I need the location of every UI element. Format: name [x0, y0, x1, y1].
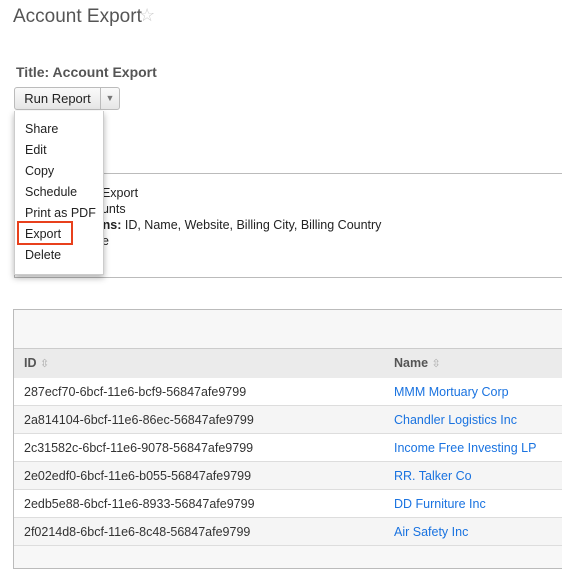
- column-header-id[interactable]: ID ⇳: [24, 349, 49, 378]
- actions-dropdown-menu: Share Edit Copy Schedule Print as PDF Ex…: [14, 111, 104, 275]
- account-name-link[interactable]: MMM Mortuary Corp: [394, 378, 509, 406]
- detail-line: nns: ID, Name, Website, Billing City, Bi…: [95, 218, 382, 232]
- table-header: ID ⇳ Name ⇳: [14, 348, 562, 379]
- account-name-link[interactable]: Air Safety Inc: [394, 518, 468, 546]
- menu-item-export[interactable]: Export: [25, 227, 61, 241]
- account-name-link[interactable]: Chandler Logistics Inc: [394, 406, 517, 434]
- account-name-link[interactable]: DD Furniture Inc: [394, 490, 486, 518]
- page-title: Account Export: [13, 6, 142, 27]
- menu-item-delete[interactable]: Delete: [25, 248, 61, 262]
- cell-id: 2f0214d8-6bcf-11e6-8c48-56847afe9799: [24, 525, 251, 539]
- table-row: 2c31582c-6bcf-11e6-9078-56847afe9799 Inco…: [14, 434, 562, 462]
- table-row: 2f0214d8-6bcf-11e6-8c48-56847afe9799 Air …: [14, 518, 562, 546]
- results-table: ID ⇳ Name ⇳ 287ecf70-6bcf-11e6-bcf9-5684…: [13, 309, 562, 569]
- star-icon[interactable]: ☆: [139, 5, 155, 26]
- menu-item-print-pdf[interactable]: Print as PDF: [25, 206, 96, 220]
- table-row: 2a814104-6bcf-11e6-86ec-56847afe9799 Chan…: [14, 406, 562, 434]
- account-name-link[interactable]: RR. Talker Co: [394, 462, 472, 490]
- sort-icon: ⇳: [431, 358, 441, 370]
- table-row: 287ecf70-6bcf-11e6-bcf9-56847afe9799 MMM …: [14, 378, 562, 406]
- caret-down-icon[interactable]: ▼: [101, 88, 119, 109]
- menu-item-share[interactable]: Share: [25, 122, 58, 136]
- cell-id: 2c31582c-6bcf-11e6-9078-56847afe9799: [24, 441, 254, 455]
- sort-icon: ⇳: [39, 358, 50, 370]
- column-header-name[interactable]: Name ⇳: [394, 349, 441, 378]
- run-report-button[interactable]: Run Report: [15, 88, 101, 109]
- menu-item-edit[interactable]: Edit: [25, 143, 47, 157]
- cell-id: 2e02edf0-6bcf-11e6-b055-56847afe9799: [24, 469, 252, 483]
- report-title: Title: Account Export: [16, 64, 157, 80]
- account-name-link[interactable]: Income Free Investing LP: [394, 434, 536, 462]
- cell-id: 2a814104-6bcf-11e6-86ec-56847afe9799: [24, 413, 254, 427]
- cell-id: 287ecf70-6bcf-11e6-bcf9-56847afe9799: [24, 385, 247, 399]
- run-report-split-button: Run Report ▼: [14, 87, 120, 110]
- table-row: 2e02edf0-6bcf-11e6-b055-56847afe9799 RR. …: [14, 462, 562, 490]
- table-row: 2edb5e88-6bcf-11e6-8933-56847afe9799 DD F…: [14, 490, 562, 518]
- cell-id: 2edb5e88-6bcf-11e6-8933-56847afe9799: [24, 497, 255, 511]
- menu-item-copy[interactable]: Copy: [25, 164, 54, 178]
- menu-item-schedule[interactable]: Schedule: [25, 185, 77, 199]
